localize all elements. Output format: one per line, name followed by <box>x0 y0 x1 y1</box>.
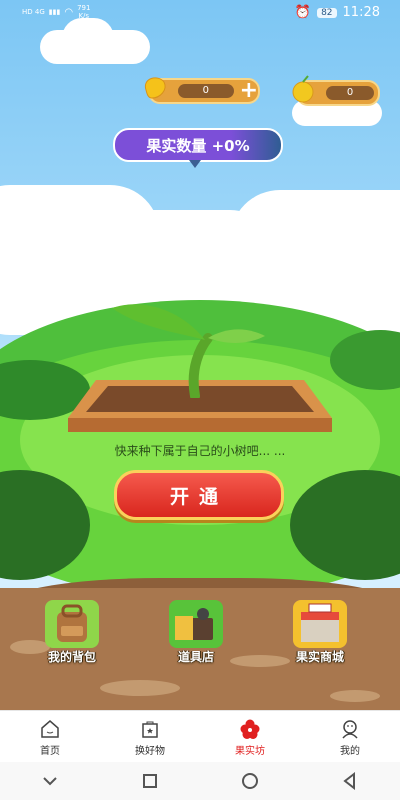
backpack-label: 我的背包 <box>47 650 96 664</box>
user-icon <box>342 719 358 739</box>
status-bar: HD 4G ▮▮▮ ◠ 791 K/s ⏰ 82 11:28 <box>0 0 400 28</box>
bag-icon <box>142 721 158 738</box>
battery-indicator: 82 <box>317 7 337 18</box>
store-icon <box>293 600 347 648</box>
tab-mine[interactable]: 我的 <box>300 711 400 763</box>
sprout-icon <box>112 304 265 398</box>
signal-label: HD 4G <box>22 8 45 16</box>
wifi-icon: ◠ <box>64 6 74 18</box>
tab-bar: 首页 换好物 果实坊 我的 <box>0 710 400 763</box>
alarm-icon: ⏰ <box>294 5 312 20</box>
coin-count: 0 <box>326 86 374 100</box>
system-nav-bar <box>0 762 400 800</box>
item-shop-button[interactable]: 道具店 <box>164 598 228 668</box>
boost-pill: 果实数量 +0% <box>113 128 283 162</box>
coin-counter[interactable]: 0 <box>292 75 380 106</box>
lemon-icon <box>292 75 314 103</box>
signal-icon: ▮▮▮ <box>48 8 61 16</box>
home-button-icon[interactable] <box>241 772 259 790</box>
collapse-icon[interactable] <box>41 772 59 790</box>
recent-apps-icon[interactable] <box>141 772 159 790</box>
plant-tip-text: 快来种下属于自己的小树吧... ... <box>114 444 286 458</box>
tab-fruit-workshop[interactable]: 果实坊 <box>200 711 300 763</box>
fruit-counter[interactable]: 0 + <box>144 77 260 104</box>
add-fruit-button[interactable]: + <box>240 80 258 102</box>
fruit-store-button[interactable]: 果实商城 <box>288 598 352 668</box>
fruit-icon <box>144 77 166 99</box>
store-label: 果实商城 <box>295 650 344 664</box>
clock: 11:28 <box>342 5 380 20</box>
net-speed: 791 K/s <box>77 4 91 20</box>
pill-pointer <box>189 160 201 168</box>
tab-exchange[interactable]: 换好物 <box>100 711 200 763</box>
back-icon[interactable] <box>341 772 359 790</box>
shop-icon <box>169 600 223 648</box>
shop-label: 道具店 <box>177 650 214 664</box>
stone <box>100 680 180 696</box>
tab-home[interactable]: 首页 <box>0 711 100 763</box>
my-backpack-button[interactable]: 我的背包 <box>40 598 104 668</box>
backpack-icon <box>45 600 99 648</box>
stone <box>330 690 380 702</box>
activate-button[interactable]: 开通 <box>114 470 284 520</box>
fruit-count: 0 <box>178 84 234 98</box>
flower-icon <box>240 719 260 739</box>
home-icon <box>41 719 59 738</box>
